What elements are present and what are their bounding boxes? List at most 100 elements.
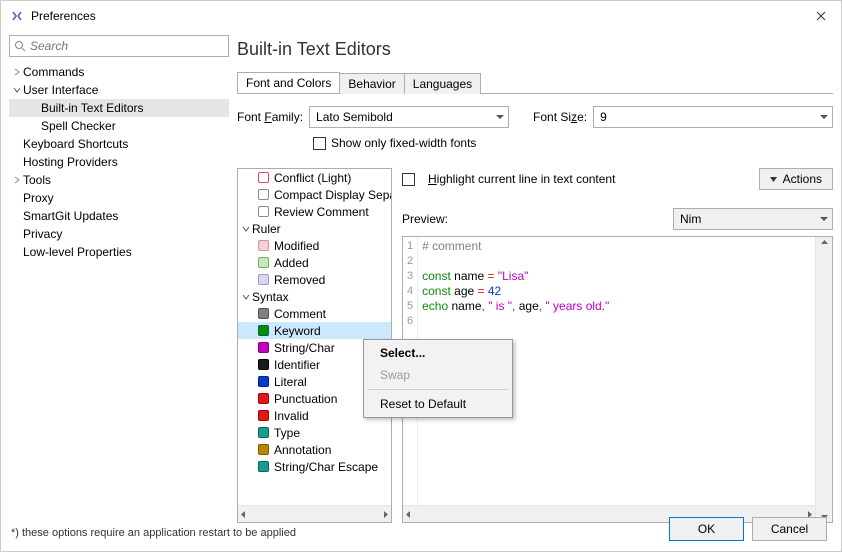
nav-tree: CommandsUser InterfaceBuilt-in Text Edit… (9, 61, 229, 523)
nav-item[interactable]: Privacy (9, 225, 229, 243)
font-family-label: Font Family: (237, 110, 303, 124)
scroll-left-icon (240, 511, 247, 518)
ok-button[interactable]: OK (669, 517, 744, 541)
chevron-down-icon (820, 217, 828, 222)
category-item[interactable]: Review Comment (238, 203, 391, 220)
category-item[interactable]: Removed (238, 271, 391, 288)
search-box[interactable] (9, 35, 229, 57)
menu-item[interactable]: Reset to Default (366, 393, 510, 415)
font-size-combo[interactable]: 9 (593, 106, 833, 128)
nav-item-label: Privacy (23, 225, 62, 243)
actions-button[interactable]: Actions (759, 168, 833, 190)
category-item[interactable]: Conflict (Light) (238, 169, 391, 186)
category-item[interactable]: Modified (238, 237, 391, 254)
search-input[interactable] (30, 39, 224, 53)
nav-item[interactable]: Built-in Text Editors (9, 99, 229, 117)
nav-item-label: User Interface (23, 81, 98, 99)
tab[interactable]: Behavior (339, 73, 404, 94)
category-label: Identifier (274, 358, 320, 372)
nav-item-label: SmartGit Updates (23, 207, 118, 225)
menu-item: Swap (366, 364, 510, 386)
nav-item[interactable]: Spell Checker (9, 117, 229, 135)
category-item[interactable]: String/Char Escape (238, 458, 391, 475)
category-item[interactable]: Annotation (238, 441, 391, 458)
nav-item[interactable]: Low-level Properties (9, 243, 229, 261)
category-label: Removed (274, 273, 325, 287)
left-panel: CommandsUser InterfaceBuilt-in Text Edit… (9, 35, 229, 523)
chevron-down-icon (240, 225, 252, 233)
category-label: String/Char Escape (274, 460, 378, 474)
preview-language-combo[interactable]: Nim (673, 208, 833, 230)
category-label: Syntax (252, 290, 289, 304)
footer-buttons: OK Cancel (669, 517, 827, 541)
category-label: String/Char (274, 341, 335, 355)
titlebar: Preferences (1, 1, 841, 31)
color-swatch (258, 410, 269, 421)
color-swatch (258, 342, 269, 353)
nav-item[interactable]: Proxy (9, 189, 229, 207)
nav-item[interactable]: User Interface (9, 81, 229, 99)
triangle-down-icon (770, 177, 777, 182)
color-swatch (258, 189, 269, 200)
search-icon (14, 40, 26, 52)
category-group[interactable]: Ruler (238, 220, 391, 237)
category-label: Review Comment (274, 205, 369, 219)
category-item[interactable]: Compact Display Separator (238, 186, 391, 203)
fixed-width-checkbox[interactable] (313, 137, 326, 150)
nav-item-label: Tools (23, 171, 51, 189)
chevron-down-icon (496, 115, 504, 120)
category-label: Punctuation (274, 392, 337, 406)
nav-item[interactable]: Commands (9, 63, 229, 81)
menu-separator (368, 389, 508, 390)
category-label: Literal (274, 375, 307, 389)
nav-item-label: Proxy (23, 189, 54, 207)
context-menu: Select...Swap Reset to Default (363, 339, 513, 418)
preview-label: Preview: (402, 212, 448, 226)
footer-note: *) these options require an application … (1, 519, 306, 547)
color-swatch (258, 427, 269, 438)
category-label: Comment (274, 307, 326, 321)
nav-item-label: Spell Checker (41, 117, 116, 135)
close-button[interactable] (801, 1, 841, 31)
category-group[interactable]: Syntax (238, 288, 391, 305)
chevron-right-icon (11, 68, 23, 76)
color-swatch (258, 444, 269, 455)
nav-item-label: Low-level Properties (23, 243, 132, 261)
chevron-right-icon (11, 176, 23, 184)
category-label: Invalid (274, 409, 309, 423)
color-swatch (258, 308, 269, 319)
vertical-scrollbar[interactable] (815, 237, 832, 522)
category-label: Ruler (252, 222, 281, 236)
menu-item[interactable]: Select... (366, 342, 510, 364)
color-swatch (258, 325, 269, 336)
category-label: Annotation (274, 443, 331, 457)
highlight-line-checkbox[interactable] (402, 173, 415, 186)
highlight-line-label: Highlight current line in text content (428, 172, 615, 186)
tab[interactable]: Font and Colors (237, 72, 340, 93)
cancel-button[interactable]: Cancel (752, 517, 827, 541)
scroll-left-icon (405, 511, 412, 518)
nav-item-label: Keyboard Shortcuts (23, 135, 128, 153)
color-swatch (258, 274, 269, 285)
nav-item[interactable]: Hosting Providers (9, 153, 229, 171)
nav-item[interactable]: Keyboard Shortcuts (9, 135, 229, 153)
color-swatch (258, 376, 269, 387)
category-item[interactable]: Added (238, 254, 391, 271)
category-label: Conflict (Light) (274, 171, 351, 185)
category-item[interactable]: Keyword (238, 322, 391, 339)
font-size-label: Font Size: (533, 110, 587, 124)
fixed-width-label: Show only fixed-width fonts (331, 136, 476, 150)
nav-item[interactable]: SmartGit Updates (9, 207, 229, 225)
nav-item[interactable]: Tools (9, 171, 229, 189)
window-title: Preferences (31, 9, 801, 23)
category-item[interactable]: Type (238, 424, 391, 441)
tab[interactable]: Languages (404, 73, 481, 94)
category-item[interactable]: Comment (238, 305, 391, 322)
font-family-combo[interactable]: Lato Semibold (309, 106, 509, 128)
color-swatch (258, 461, 269, 472)
right-panel: Built-in Text Editors Font and ColorsBeh… (237, 35, 833, 523)
nav-item-label: Commands (23, 63, 84, 81)
tab-bar: Font and ColorsBehaviorLanguages (237, 72, 833, 94)
chevron-down-icon (11, 86, 23, 94)
category-label: Compact Display Separator (274, 188, 391, 202)
